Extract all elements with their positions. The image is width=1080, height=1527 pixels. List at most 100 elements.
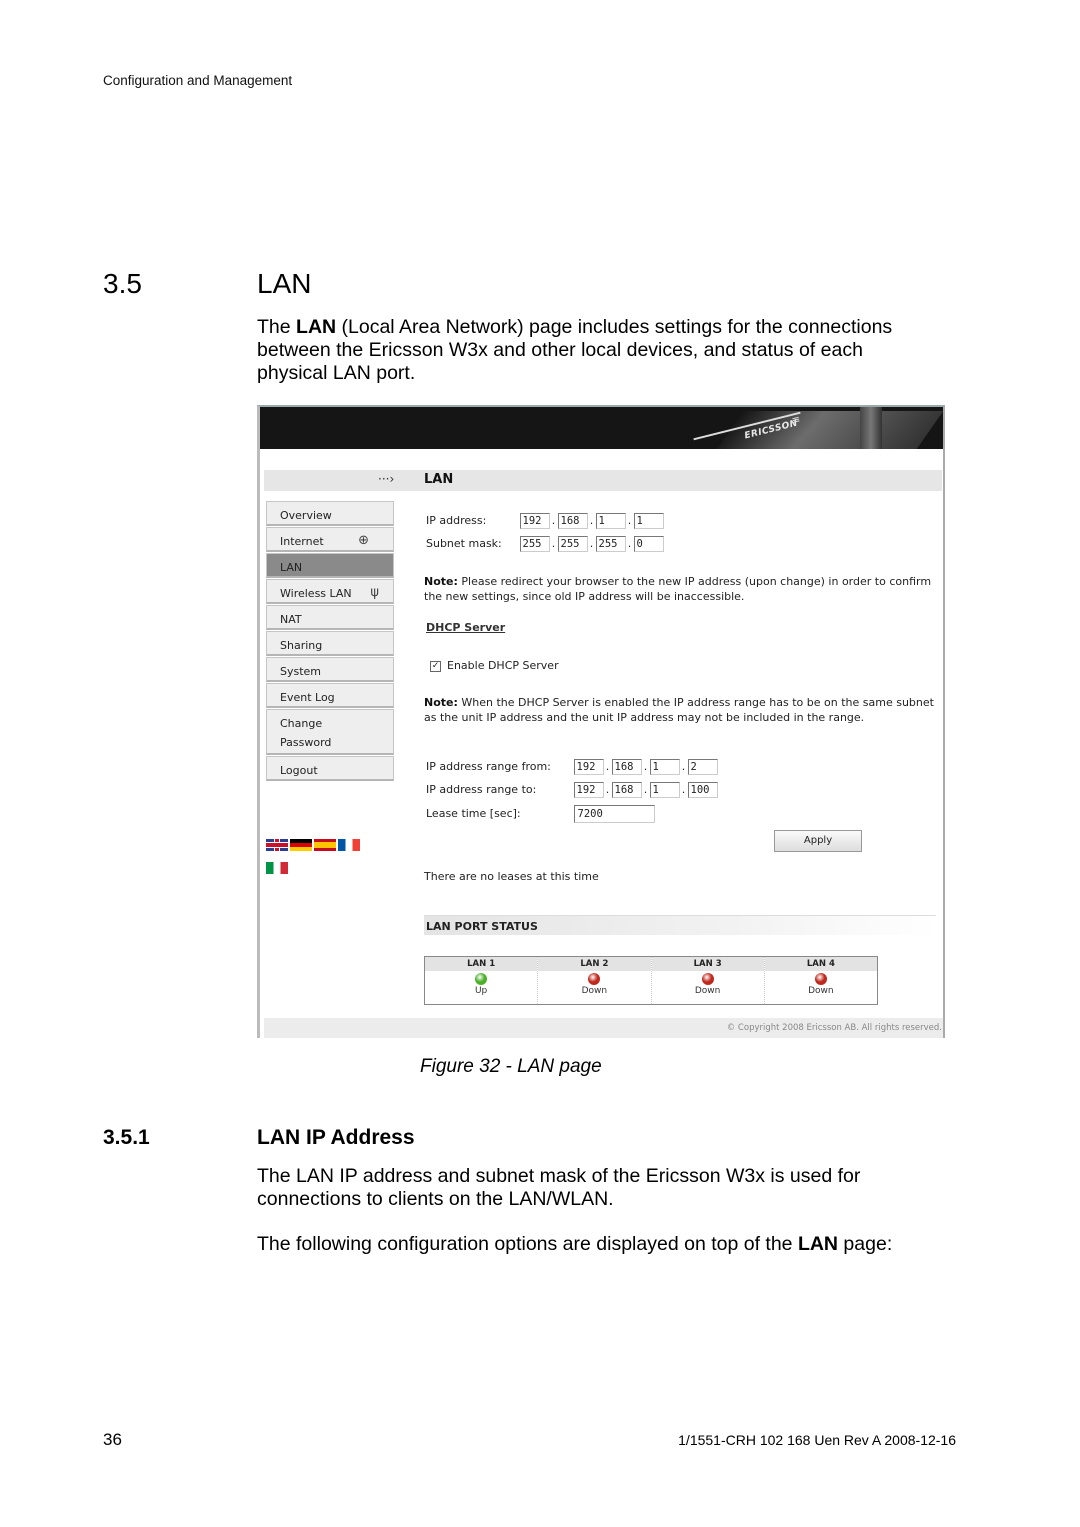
sidebar-item-lan[interactable]: LAN [266, 553, 394, 578]
body-paragraph: The following configuration options are … [257, 1233, 937, 1256]
status-led-icon [814, 973, 827, 985]
sidebar-item-system[interactable]: System [266, 657, 394, 682]
flag-italian-icon[interactable] [266, 862, 288, 874]
para-text: The following configuration options are … [257, 1233, 798, 1255]
status-led-icon [701, 973, 714, 985]
mask-octet-3-input[interactable]: 255 [595, 536, 626, 552]
lease-time-input[interactable]: 7200 [573, 805, 655, 823]
port-status: Down [581, 986, 608, 996]
lan-port-status-heading: LAN PORT STATUS [424, 915, 936, 935]
note-text: Please redirect your browser to the new … [424, 575, 932, 603]
lan-page-screenshot: ERICSSON ≡ ···› LAN Overview Internet ⊕ L… [257, 405, 945, 1038]
ip-address-label: IP address: [426, 514, 487, 527]
sidebar-item-label: Event Log [280, 691, 335, 704]
range-from-octet-1-input[interactable]: 192 [573, 759, 604, 775]
range-from-octet-4-input[interactable]: 2 [687, 759, 718, 775]
sidebar-item-label: Change Password [280, 717, 332, 749]
screenshot-footer: © Copyright 2008 Ericsson AB. All rights… [264, 1018, 943, 1038]
sidebar-nav: Overview Internet ⊕ LAN Wireless LAN ψ NAT… [266, 501, 394, 782]
section-number: 3.5 [103, 268, 142, 299]
subsection-number: 3.5.1 [103, 1126, 150, 1149]
apply-button[interactable]: Apply [774, 830, 862, 852]
page-number: 36 [103, 1430, 122, 1449]
range-to-octet-2-input[interactable]: 168 [611, 782, 642, 798]
document-id: 1/1551-CRH 102 168 Uen Rev A 2008-12-16 [678, 1432, 956, 1448]
port-status: Down [694, 986, 721, 996]
enable-dhcp-label: Enable DHCP Server [447, 659, 559, 672]
sidebar-item-label: Sharing [280, 639, 323, 652]
port-name: LAN 1 [425, 957, 538, 971]
mask-octet-4-input[interactable]: 0 [633, 536, 664, 552]
para-text-suffix: page: [838, 1233, 893, 1255]
dhcp-server-heading: DHCP Server [426, 621, 506, 634]
body-paragraph: The LAN IP address and subnet mask of th… [257, 1165, 861, 1210]
range-to-label: IP address range to: [426, 783, 537, 796]
sidebar-item-internet[interactable]: Internet ⊕ [266, 527, 394, 552]
range-to-octet-1-input[interactable]: 192 [573, 782, 604, 798]
port-status: Up [474, 986, 488, 996]
header-banner: ERICSSON ≡ [260, 407, 943, 449]
page-title: LAN [424, 472, 454, 487]
dhcp-range-note: Note: When the DHCP Server is enabled th… [424, 695, 943, 725]
status-led-icon [475, 973, 488, 985]
port-cell: LAN 3 Down [651, 957, 765, 1004]
sidebar-item-nat[interactable]: NAT [266, 605, 394, 630]
range-to-octet-3-input[interactable]: 1 [649, 782, 680, 798]
port-cell: LAN 1 Up [425, 957, 539, 1004]
sidebar-item-change-password[interactable]: Change Password [266, 709, 394, 755]
copyright-text: © Copyright 2008 Ericsson AB. All rights… [726, 1023, 942, 1033]
port-cell: LAN 2 Down [538, 957, 652, 1004]
language-selector [266, 839, 376, 877]
sidebar-item-label: Logout [280, 764, 318, 777]
port-name: LAN 2 [538, 957, 651, 971]
sidebar-item-logout[interactable]: Logout [266, 756, 394, 781]
sidebar-item-event-log[interactable]: Event Log [266, 683, 394, 708]
sidebar-item-label: Wireless LAN [280, 587, 352, 600]
range-from-octet-2-input[interactable]: 168 [611, 759, 642, 775]
ip-octet-1-input[interactable]: 192 [519, 513, 550, 529]
flag-english-icon[interactable] [266, 839, 288, 851]
range-to-row: IP address range to: 192. 168. 1. 100 [426, 782, 718, 798]
lease-time-row: Lease time [sec]: 7200 [426, 805, 655, 823]
para-bold: LAN [797, 1233, 839, 1255]
sidebar-item-label: LAN [280, 561, 303, 574]
port-cell: LAN 4 Down [764, 957, 877, 1004]
mask-octet-2-input[interactable]: 255 [557, 536, 588, 552]
lease-time-label: Lease time [sec]: [426, 807, 521, 820]
subsection-title: LAN IP Address [257, 1126, 415, 1149]
subnet-mask-row: Subnet mask: 255. 255. 255. 0 [426, 536, 664, 552]
flag-german-icon[interactable] [290, 839, 312, 851]
range-to-octet-4-input[interactable]: 100 [687, 782, 718, 798]
ip-octet-2-input[interactable]: 168 [557, 513, 588, 529]
sidebar-item-overview[interactable]: Overview [266, 501, 394, 526]
intro-paragraph: The LAN (Local Area Network) page includ… [257, 316, 937, 385]
no-leases-text: There are no leases at this time [424, 870, 599, 883]
port-name: LAN 3 [651, 957, 764, 971]
enable-dhcp-checkbox[interactable]: ✓ [430, 660, 441, 672]
sidebar-item-label: Internet [280, 535, 324, 548]
mask-octet-1-input[interactable]: 255 [519, 536, 550, 552]
range-from-octet-3-input[interactable]: 1 [649, 759, 680, 775]
sidebar-item-label: NAT [280, 613, 302, 626]
sidebar-item-wireless-lan[interactable]: Wireless LAN ψ [266, 579, 394, 604]
range-from-row: IP address range from: 192. 168. 1. 2 [426, 759, 718, 775]
port-name: LAN 4 [764, 957, 877, 971]
note-label: Note: [424, 575, 458, 588]
arrow-icon: ···› [378, 472, 395, 486]
flag-french-icon[interactable] [338, 839, 360, 851]
intro-text-rest: (Local Area Network) page includes setti… [257, 316, 893, 384]
page-titlebar: ···› LAN [264, 470, 942, 491]
ip-octet-3-input[interactable]: 1 [595, 513, 626, 529]
intro-text: The [257, 316, 297, 338]
flag-spanish-icon[interactable] [314, 839, 336, 851]
redirect-note: Note: Please redirect your browser to th… [424, 574, 943, 604]
antenna-icon: ψ [370, 585, 379, 600]
globe-icon: ⊕ [358, 533, 369, 548]
note-text: When the DHCP Server is enabled the IP a… [424, 696, 934, 724]
sidebar-item-sharing[interactable]: Sharing [266, 631, 394, 656]
sidebar-item-label: Overview [280, 509, 332, 522]
port-status: Down [808, 986, 834, 996]
ip-octet-4-input[interactable]: 1 [633, 513, 664, 529]
note-label: Note: [424, 696, 458, 709]
lan-port-status-table: LAN 1 Up LAN 2 Down LAN 3 Down LAN 4 Dow… [424, 956, 878, 1005]
